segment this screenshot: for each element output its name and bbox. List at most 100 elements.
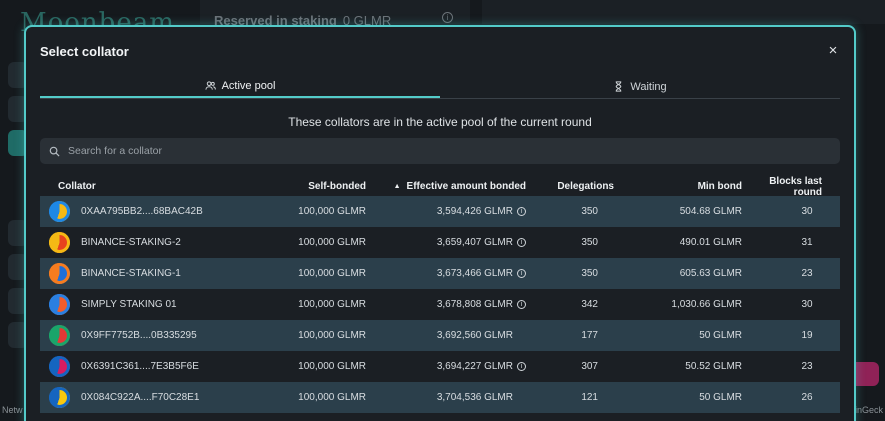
tab-active-pool[interactable]: Active pool bbox=[40, 75, 440, 98]
table-row[interactable]: 0X9FF7752B....0B335295 100,000 GLMR 3,692,… bbox=[40, 320, 840, 351]
collator-table: Collator Self-bonded ▲ Effective amount … bbox=[40, 176, 840, 413]
collator-avatar-icon bbox=[49, 356, 70, 377]
collator-avatar-icon bbox=[49, 201, 70, 222]
header-blocks-last-round[interactable]: Blocks last round bbox=[742, 176, 840, 198]
table-row[interactable]: 0XAA795BB2....68BAC42B 100,000 GLMR 3,594,… bbox=[40, 196, 840, 227]
delegations-value: 350 bbox=[581, 237, 598, 248]
header-effective-bonded[interactable]: ▲ Effective amount bonded bbox=[366, 181, 526, 192]
tab-label: Active pool bbox=[221, 79, 276, 92]
min-bond-value: 605.63 GLMR bbox=[679, 268, 742, 279]
header-delegations[interactable]: Delegations bbox=[526, 181, 614, 192]
collator-cell: 0X9FF7752B....0B335295 bbox=[40, 325, 280, 346]
tab-bar: Active pool Waiting bbox=[40, 75, 840, 99]
users-icon bbox=[205, 81, 216, 90]
collator-name: SIMPLY STAKING 01 bbox=[81, 299, 177, 310]
search-input[interactable] bbox=[68, 145, 768, 157]
collator-name: 0XAA795BB2....68BAC42B bbox=[81, 206, 203, 217]
delegations-value: 177 bbox=[581, 330, 598, 341]
info-icon[interactable]: i bbox=[517, 362, 526, 371]
self-bonded-value: 100,000 GLMR bbox=[298, 361, 366, 372]
effective-bonded-value: 3,692,560 GLMR bbox=[436, 330, 513, 341]
collator-name: 0X6391C361....7E3B5F6E bbox=[81, 361, 199, 372]
effective-bonded-value: 3,678,808 GLMR bbox=[436, 299, 513, 310]
hourglass-icon bbox=[616, 81, 622, 92]
min-bond-value: 50 GLMR bbox=[699, 330, 742, 341]
search-bar[interactable] bbox=[40, 138, 840, 164]
effective-bonded-cell: 3,694,227 GLMR i bbox=[366, 361, 526, 372]
effective-bonded-value: 3,594,426 GLMR bbox=[436, 206, 513, 217]
header-min-bond[interactable]: Min bond bbox=[614, 181, 742, 192]
effective-bonded-cell: 3,692,560 GLMR bbox=[366, 330, 526, 341]
table-header: Collator Self-bonded ▲ Effective amount … bbox=[40, 176, 840, 198]
table-row[interactable]: 0X084C922A....F70C28E1 100,000 GLMR 3,704,… bbox=[40, 382, 840, 413]
self-bonded-value: 100,000 GLMR bbox=[298, 268, 366, 279]
table-body: 0XAA795BB2....68BAC42B 100,000 GLMR 3,594,… bbox=[40, 196, 840, 413]
blocks-last-round-value: 30 bbox=[801, 299, 813, 310]
blocks-last-round-value: 26 bbox=[801, 392, 813, 403]
sort-ascending-icon: ▲ bbox=[393, 183, 401, 190]
self-bonded-value: 100,000 GLMR bbox=[298, 299, 366, 310]
close-button[interactable]: × bbox=[826, 43, 840, 58]
header-collator[interactable]: Collator bbox=[40, 181, 280, 192]
effective-bonded-value: 3,694,227 GLMR bbox=[436, 361, 513, 372]
info-icon[interactable]: i bbox=[517, 238, 526, 247]
blocks-last-round-value: 19 bbox=[801, 330, 813, 341]
delegations-value: 342 bbox=[581, 299, 598, 310]
tab-label: Waiting bbox=[630, 80, 667, 93]
header-self-bonded[interactable]: Self-bonded bbox=[280, 181, 366, 192]
self-bonded-value: 100,000 GLMR bbox=[298, 206, 366, 217]
background-panel bbox=[482, 0, 885, 24]
effective-bonded-cell: 3,594,426 GLMR i bbox=[366, 206, 526, 217]
modal-title: Select collator bbox=[40, 44, 129, 59]
info-icon: i bbox=[442, 12, 453, 23]
collator-avatar-icon bbox=[49, 232, 70, 253]
blocks-last-round-value: 23 bbox=[801, 268, 813, 279]
blocks-last-round-value: 31 bbox=[801, 237, 813, 248]
collator-avatar-icon bbox=[49, 294, 70, 315]
collator-cell: BINANCE-STAKING-2 bbox=[40, 232, 280, 253]
self-bonded-value: 100,000 GLMR bbox=[298, 237, 366, 248]
info-icon[interactable]: i bbox=[517, 300, 526, 309]
collator-cell: SIMPLY STAKING 01 bbox=[40, 294, 280, 315]
delegations-value: 307 bbox=[581, 361, 598, 372]
delegations-value: 121 bbox=[581, 392, 598, 403]
min-bond-value: 504.68 GLMR bbox=[679, 206, 742, 217]
effective-bonded-cell: 3,704,536 GLMR bbox=[366, 392, 526, 403]
effective-bonded-cell: 3,678,808 GLMR i bbox=[366, 299, 526, 310]
info-icon[interactable]: i bbox=[517, 207, 526, 216]
delegations-value: 350 bbox=[581, 206, 598, 217]
collator-avatar-icon bbox=[49, 325, 70, 346]
self-bonded-value: 100,000 GLMR bbox=[298, 330, 366, 341]
collator-avatar-icon bbox=[49, 387, 70, 408]
blocks-last-round-value: 23 bbox=[801, 361, 813, 372]
footer-right-text: inGeck bbox=[854, 405, 883, 415]
blocks-last-round-value: 30 bbox=[801, 206, 813, 217]
select-collator-modal: Select collator × Active pool Waiting Th… bbox=[24, 25, 856, 421]
self-bonded-value: 100,000 GLMR bbox=[298, 392, 366, 403]
min-bond-value: 50.52 GLMR bbox=[685, 361, 742, 372]
collator-avatar-icon bbox=[49, 263, 70, 284]
collator-cell: BINANCE-STAKING-1 bbox=[40, 263, 280, 284]
collator-name: BINANCE-STAKING-1 bbox=[81, 268, 181, 279]
min-bond-value: 50 GLMR bbox=[699, 392, 742, 403]
table-row[interactable]: BINANCE-STAKING-1 100,000 GLMR 3,673,466 G… bbox=[40, 258, 840, 289]
tab-waiting[interactable]: Waiting bbox=[440, 75, 840, 98]
collator-name: 0X084C922A....F70C28E1 bbox=[81, 392, 200, 403]
effective-bonded-cell: 3,673,466 GLMR i bbox=[366, 268, 526, 279]
effective-bonded-value: 3,673,466 GLMR bbox=[436, 268, 513, 279]
collator-name: BINANCE-STAKING-2 bbox=[81, 237, 181, 248]
effective-bonded-cell: 3,659,407 GLMR i bbox=[366, 237, 526, 248]
min-bond-value: 1,030.66 GLMR bbox=[671, 299, 742, 310]
table-row[interactable]: SIMPLY STAKING 01 100,000 GLMR 3,678,808 G… bbox=[40, 289, 840, 320]
footer-left-text: Netw bbox=[2, 405, 23, 415]
min-bond-value: 490.01 GLMR bbox=[679, 237, 742, 248]
collator-cell: 0XAA795BB2....68BAC42B bbox=[40, 201, 280, 222]
collator-cell: 0X6391C361....7E3B5F6E bbox=[40, 356, 280, 377]
info-icon[interactable]: i bbox=[517, 269, 526, 278]
table-row[interactable]: BINANCE-STAKING-2 100,000 GLMR 3,659,407 G… bbox=[40, 227, 840, 258]
effective-bonded-value: 3,659,407 GLMR bbox=[436, 237, 513, 248]
table-row[interactable]: 0X6391C361....7E3B5F6E 100,000 GLMR 3,694,… bbox=[40, 351, 840, 382]
header-label: Effective amount bonded bbox=[406, 181, 526, 192]
pool-description: These collators are in the active pool o… bbox=[288, 115, 592, 129]
effective-bonded-value: 3,704,536 GLMR bbox=[436, 392, 513, 403]
